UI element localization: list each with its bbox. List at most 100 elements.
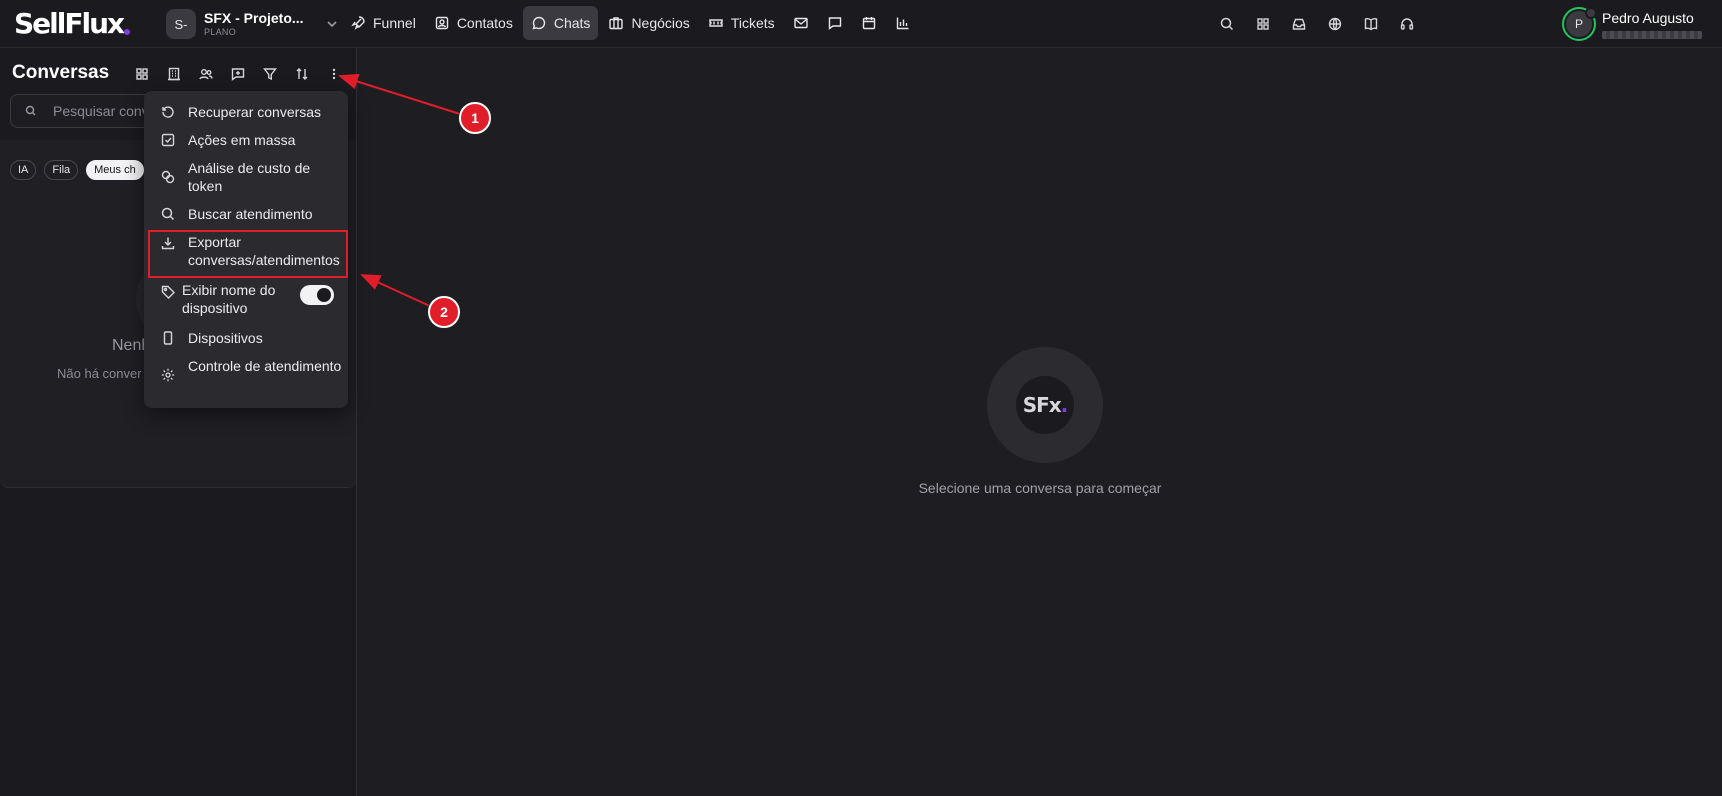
team-button[interactable] bbox=[190, 62, 222, 86]
filter-chips: IA Fila Meus ch bbox=[10, 160, 144, 180]
global-search-button[interactable] bbox=[1212, 10, 1242, 38]
contact-icon bbox=[434, 15, 450, 31]
top-right-tools bbox=[1212, 10, 1422, 38]
menu-item-dispositivos[interactable]: Dispositivos bbox=[144, 329, 348, 349]
filter-icon bbox=[262, 66, 278, 82]
inbox-button[interactable] bbox=[1284, 10, 1314, 38]
layout-grid-icon bbox=[134, 66, 150, 82]
annotation-badge-2: 2 bbox=[428, 296, 460, 328]
menu-item-label: Análise de custo de token bbox=[188, 160, 311, 194]
menu-item-acoes-em-massa[interactable]: Ações em massa bbox=[144, 131, 348, 151]
chat-main-area: SFx. Selecione uma conversa para começar bbox=[358, 48, 1722, 796]
menu-item-recuperar-conversas[interactable]: Recuperar conversas bbox=[144, 103, 348, 123]
grid-icon bbox=[1255, 16, 1271, 32]
annotation-highlight-box bbox=[148, 230, 348, 278]
annotation-badge-1: 1 bbox=[459, 102, 491, 134]
menu-item-label: Controle de atendimento bbox=[188, 358, 342, 374]
sfx-logo: SFx. bbox=[1016, 376, 1074, 434]
tag-icon bbox=[160, 284, 176, 300]
layout-button[interactable] bbox=[126, 62, 158, 86]
inbox-icon bbox=[1291, 16, 1307, 32]
chip-meus-chats[interactable]: Meus ch bbox=[86, 160, 144, 180]
docs-button[interactable] bbox=[1356, 10, 1386, 38]
search-icon bbox=[23, 103, 39, 119]
chip-ia[interactable]: IA bbox=[10, 160, 37, 180]
coins-icon bbox=[160, 169, 176, 185]
logo-text: SellFlux bbox=[14, 6, 125, 40]
apps-button[interactable] bbox=[1248, 10, 1278, 38]
sfx-logo-text: SFx bbox=[1022, 393, 1062, 417]
nav-negocios[interactable]: Negócios bbox=[600, 6, 697, 40]
avatar: P bbox=[1562, 7, 1597, 41]
nav-contatos-label: Contatos bbox=[456, 15, 513, 31]
panel-toolbar bbox=[126, 62, 350, 86]
menu-item-label: Ações em massa bbox=[188, 132, 296, 148]
sort-button[interactable] bbox=[286, 62, 318, 86]
nav-messages[interactable] bbox=[819, 6, 851, 40]
smartphone-icon bbox=[160, 330, 176, 346]
status-dot bbox=[1585, 7, 1597, 19]
menu-item-label: Dispositivos bbox=[188, 330, 263, 346]
project-avatar: S- bbox=[166, 9, 196, 39]
support-button[interactable] bbox=[1392, 10, 1422, 38]
user-email-redacted bbox=[1602, 30, 1702, 39]
nav-mail[interactable] bbox=[785, 6, 817, 40]
menu-item-analise-de-custo-de-token[interactable]: Análise de custo de token bbox=[144, 159, 348, 197]
briefcase-icon bbox=[608, 15, 624, 31]
departments-button[interactable] bbox=[158, 62, 190, 86]
filter-button[interactable] bbox=[254, 62, 286, 86]
sort-icon bbox=[294, 66, 310, 82]
headset-icon bbox=[1399, 16, 1415, 32]
search-placeholder: Pesquisar conve bbox=[53, 103, 157, 119]
panel-title: Conversas bbox=[12, 62, 110, 83]
menu-item-exibir-nome-dispositivo[interactable]: Exibir nome do dispositivo bbox=[144, 281, 348, 319]
book-icon bbox=[1363, 16, 1379, 32]
bar-chart-icon bbox=[895, 15, 911, 31]
settings-icon bbox=[160, 367, 176, 383]
chevron-down-icon bbox=[324, 16, 340, 32]
users-icon bbox=[198, 66, 214, 82]
nav-contatos[interactable]: Contatos bbox=[426, 6, 521, 40]
sellflux-logo[interactable]: SellFlux bbox=[14, 6, 131, 40]
calendar-icon bbox=[861, 15, 877, 31]
new-conversation-button[interactable] bbox=[222, 62, 254, 86]
user-menu[interactable]: P Pedro Augusto bbox=[1562, 7, 1702, 41]
rotate-ccw-icon bbox=[160, 104, 176, 120]
empty-state-subtitle: Não há conver bbox=[57, 366, 142, 381]
nav-calendar[interactable] bbox=[853, 6, 885, 40]
chat-bubble-icon bbox=[531, 15, 547, 31]
empty-chat-message: Selecione uma conversa para começar bbox=[918, 480, 1162, 496]
menu-item-buscar-atendimento[interactable]: Buscar atendimento bbox=[144, 205, 348, 225]
more-options-button[interactable] bbox=[318, 62, 350, 86]
message-plus-icon bbox=[230, 66, 246, 82]
chip-fila[interactable]: Fila bbox=[44, 160, 79, 180]
check-square-icon bbox=[160, 132, 176, 148]
search-icon bbox=[160, 206, 176, 222]
nav-tickets[interactable]: Tickets bbox=[700, 6, 783, 40]
language-button[interactable] bbox=[1320, 10, 1350, 38]
menu-item-label: Buscar atendimento bbox=[188, 206, 313, 222]
user-name: Pedro Augusto bbox=[1602, 9, 1694, 26]
message-square-icon bbox=[827, 15, 843, 31]
nav-funnel[interactable]: Funnel bbox=[342, 6, 424, 40]
sfx-logo-badge: SFx. bbox=[987, 347, 1103, 463]
menu-item-label: Exibir nome do dispositivo bbox=[182, 282, 276, 316]
logo-dot bbox=[124, 29, 131, 35]
menu-item-label: Recuperar conversas bbox=[188, 104, 322, 120]
more-vertical-icon bbox=[326, 66, 342, 82]
search-icon bbox=[1219, 16, 1235, 32]
nav-negocios-label: Negócios bbox=[631, 15, 690, 31]
device-name-toggle[interactable] bbox=[300, 285, 334, 305]
ticket-icon bbox=[708, 15, 724, 31]
project-plan: PLANO bbox=[204, 27, 237, 37]
top-bar: SellFlux S- SFX - Projeto... PLANO Funne… bbox=[0, 0, 1722, 48]
project-name: SFX - Projeto... bbox=[204, 10, 304, 26]
project-selector[interactable]: S- SFX - Projeto... PLANO bbox=[166, 8, 340, 40]
main-nav: Funnel Contatos Chats Negócios Tickets bbox=[342, 6, 919, 40]
globe-icon bbox=[1327, 16, 1343, 32]
nav-reports[interactable] bbox=[887, 6, 919, 40]
nav-chats[interactable]: Chats bbox=[522, 6, 599, 40]
menu-item-controle-de-atendimento[interactable]: Controle de atendimento bbox=[144, 357, 348, 395]
nav-tickets-label: Tickets bbox=[730, 15, 775, 31]
nav-chats-label: Chats bbox=[553, 15, 591, 31]
